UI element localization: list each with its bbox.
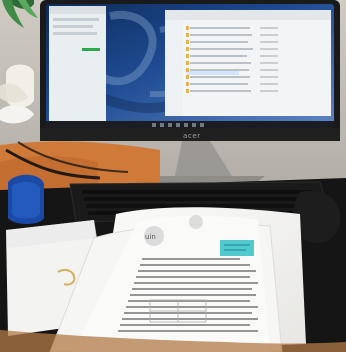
- document-stamp: [220, 240, 254, 256]
- monitor: acer: [40, 0, 340, 141]
- photo-scene: acer acer uin: [0, 0, 346, 352]
- taskbar: [46, 121, 334, 129]
- monitor-brand-logo: acer: [183, 132, 201, 140]
- screen-left-window: [49, 6, 106, 125]
- blue-object: [8, 174, 44, 224]
- document-logo-seal-2: [189, 215, 203, 229]
- document-logo-text: uin: [145, 233, 156, 241]
